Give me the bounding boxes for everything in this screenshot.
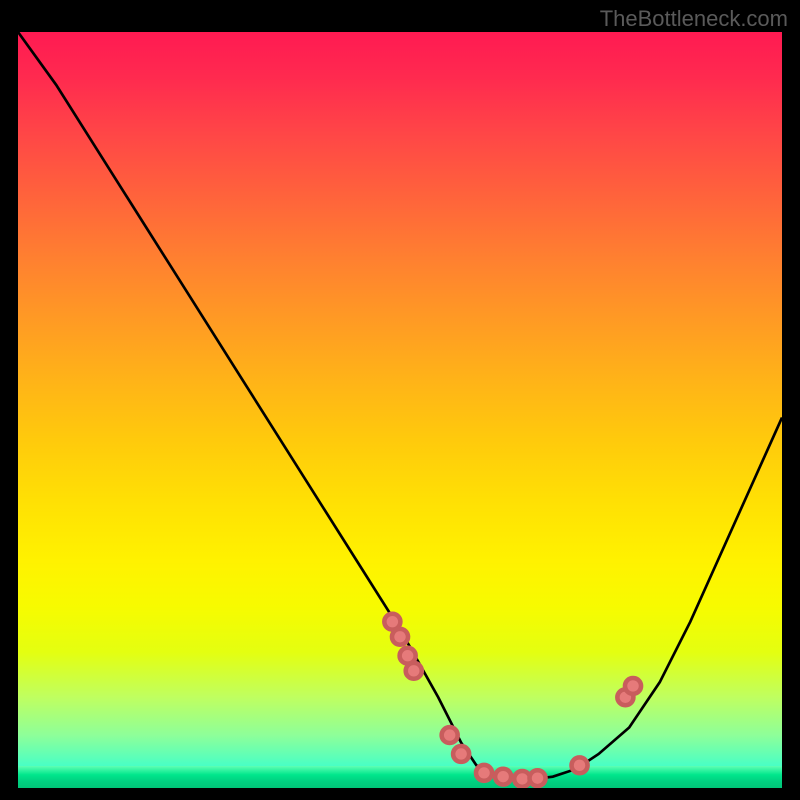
- marker-group: [384, 614, 641, 787]
- curve-marker: [453, 746, 469, 762]
- curve-marker: [392, 629, 408, 645]
- curve-marker: [625, 678, 641, 694]
- chart-plot-area: [18, 32, 782, 788]
- curve-marker: [529, 770, 545, 786]
- curve-marker: [572, 757, 588, 773]
- curve-marker: [476, 765, 492, 781]
- bottleneck-curve-path: [18, 32, 782, 780]
- curve-marker: [442, 727, 458, 743]
- curve-marker: [495, 769, 511, 785]
- curve-marker: [406, 663, 422, 679]
- watermark-text: TheBottleneck.com: [600, 6, 788, 32]
- chart-svg: [18, 32, 782, 788]
